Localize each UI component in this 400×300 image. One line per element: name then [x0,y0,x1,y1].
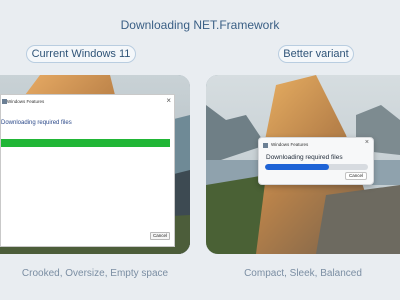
label-current: Current Windows 11 [26,45,136,63]
close-button[interactable]: × [365,139,369,146]
windows-features-dialog: Windows Features × Downloading required … [0,94,175,247]
progress-bar [265,164,368,170]
label-better: Better variant [278,45,354,63]
status-text: Downloading required files [1,120,72,126]
dialog-title: Windows Features [7,99,45,104]
status-text: Downloading required files [266,154,343,161]
progress-fill [265,164,329,170]
page-title: Downloading NET.Framework [120,18,280,32]
dialog-title: Windows Features [271,142,309,147]
caption-current: Crooked, Oversize, Empty space [21,268,169,279]
progress-bar [1,139,170,147]
windows-features-dialog: Windows Features × Downloading required … [258,137,374,185]
cancel-button[interactable]: Cancel [150,232,170,240]
windows-features-icon [263,143,268,148]
caption-better: Compact, Sleek, Balanced [244,268,362,279]
progress-fill [1,139,170,147]
close-button[interactable]: × [166,96,171,105]
cancel-button[interactable]: Cancel [345,172,367,180]
better-variant-panel: Windows Features × Downloading required … [206,75,400,254]
current-variant-panel: Windows Features × Downloading required … [0,75,190,254]
